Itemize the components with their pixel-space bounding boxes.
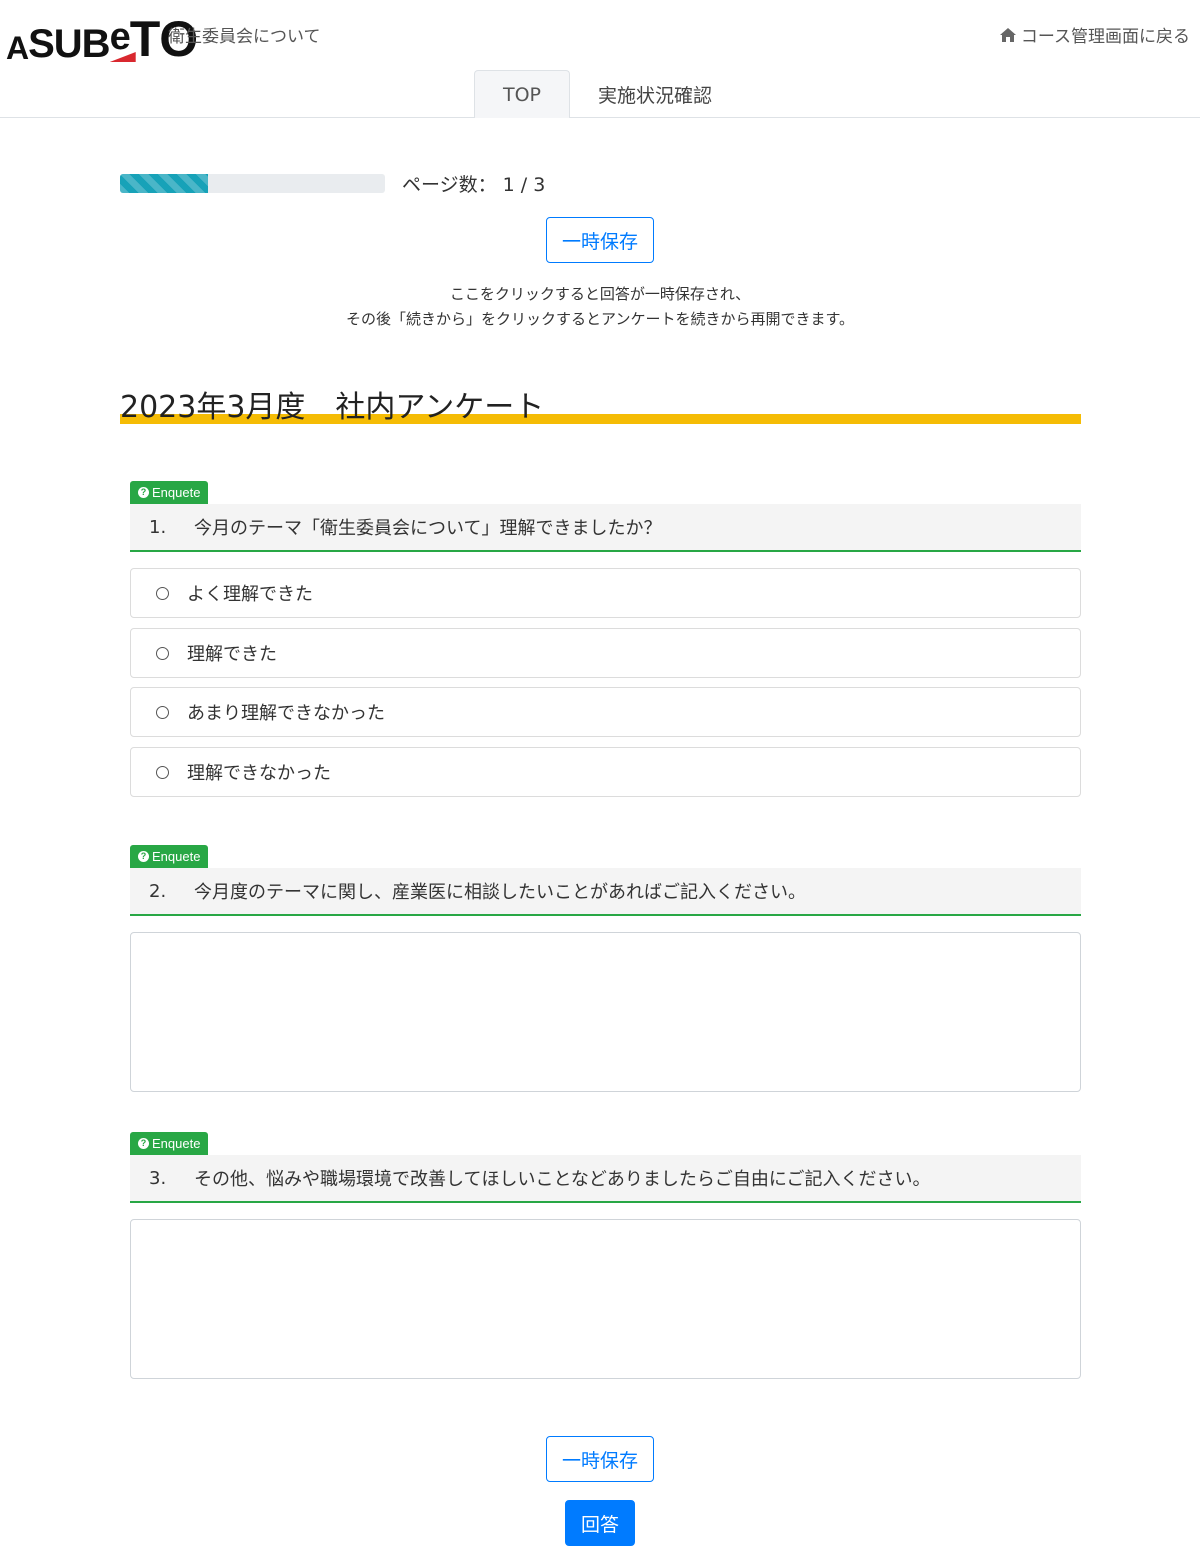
course-title: 衛生委員会について xyxy=(168,27,321,47)
home-icon xyxy=(999,27,1016,42)
survey-title: 2023年3月度 社内アンケート xyxy=(120,380,1081,425)
logo-letter-t: T xyxy=(129,11,161,67)
header: A SUB e T O 衛生委員会について コース管理画面に戻る TOP 実施状況確認 xyxy=(0,0,1200,118)
radio-button[interactable] xyxy=(156,646,169,660)
q1-option-4[interactable]: 理解できなかった xyxy=(130,747,1081,797)
logo-letters: SUB xyxy=(28,22,110,66)
question-circle-icon: ? xyxy=(138,487,149,498)
badge-label: Enquete xyxy=(152,485,201,500)
option-label: 理解できなかった xyxy=(187,763,331,784)
badge-label: Enquete xyxy=(152,849,201,864)
survey-title-text: 2023年3月度 社内アンケート xyxy=(120,390,545,425)
progress-bar xyxy=(120,174,385,193)
question-circle-icon: ? xyxy=(138,851,149,862)
option-label: よく理解できた xyxy=(187,584,313,605)
question-1-header: 1. 今月のテーマ「衛生委員会について」理解できましたか？ xyxy=(130,504,1081,552)
progress-bar-fill xyxy=(120,174,209,193)
question-2-header: 2. 今月度のテーマに関し、産業医に相談したいことがあればご記入ください。 xyxy=(130,868,1081,916)
back-to-course-management-link[interactable]: コース管理画面に戻る xyxy=(999,22,1190,47)
option-label: 理解できた xyxy=(187,644,277,665)
option-label: あまり理解できなかった xyxy=(187,703,385,724)
enquete-badge: ? Enquete xyxy=(130,845,209,868)
question-number: 2. xyxy=(149,880,167,902)
tab-bar: TOP 実施状況確認 xyxy=(474,70,740,118)
survey-page: A SUB e T O 衛生委員会について コース管理画面に戻る TOP 実施状況確認 … xyxy=(0,0,1200,1565)
save-note: ここをクリックすると回答が一時保存され、 その後「続きから」をクリックするとアン… xyxy=(0,282,1200,332)
radio-button[interactable] xyxy=(156,765,169,779)
enquete-badge: ? Enquete xyxy=(130,1132,209,1155)
question-number: 1. xyxy=(149,516,167,538)
tab-status-check[interactable]: 実施状況確認 xyxy=(570,70,740,118)
temp-save-button-top[interactable]: 一時保存 xyxy=(546,217,654,263)
logo-letter-e: e xyxy=(109,16,131,58)
back-link-label: コース管理画面に戻る xyxy=(1020,27,1190,47)
question-3-header: 3. その他、悩みや職場環境で改善してほしいことなどありましたらご自由にご記入く… xyxy=(130,1155,1081,1203)
question-text: その他、悩みや職場環境で改善してほしいことなどありましたらご自由にご記入ください… xyxy=(194,1169,931,1190)
q1-option-3[interactable]: あまり理解できなかった xyxy=(130,687,1081,737)
save-note-line-1: ここをクリックすると回答が一時保存され、 xyxy=(449,285,751,303)
q1-option-2[interactable]: 理解できた xyxy=(130,628,1081,678)
question-circle-icon: ? xyxy=(138,1138,149,1149)
question-text: 今月度のテーマに関し、産業医に相談したいことがあればご記入ください。 xyxy=(194,882,806,903)
tab-top[interactable]: TOP xyxy=(474,70,571,118)
q3-answer-textarea[interactable] xyxy=(130,1219,1081,1379)
save-note-line-2: その後「続きから」をクリックするとアンケートを続きから再開できます。 xyxy=(346,310,854,328)
submit-answer-button[interactable]: 回答 xyxy=(565,1500,635,1546)
page-count: ページ数： 1 / 3 xyxy=(402,174,546,196)
temp-save-button-bottom[interactable]: 一時保存 xyxy=(546,1436,654,1482)
radio-button[interactable] xyxy=(156,705,169,719)
q2-answer-textarea[interactable] xyxy=(130,932,1081,1092)
question-text: 今月のテーマ「衛生委員会について」理解できましたか？ xyxy=(194,518,662,539)
question-number: 3. xyxy=(149,1167,167,1189)
enquete-badge: ? Enquete xyxy=(130,481,209,504)
badge-label: Enquete xyxy=(152,1136,201,1151)
logo-letter: A xyxy=(6,30,29,66)
radio-button[interactable] xyxy=(156,586,169,600)
q1-option-1[interactable]: よく理解できた xyxy=(130,568,1081,618)
